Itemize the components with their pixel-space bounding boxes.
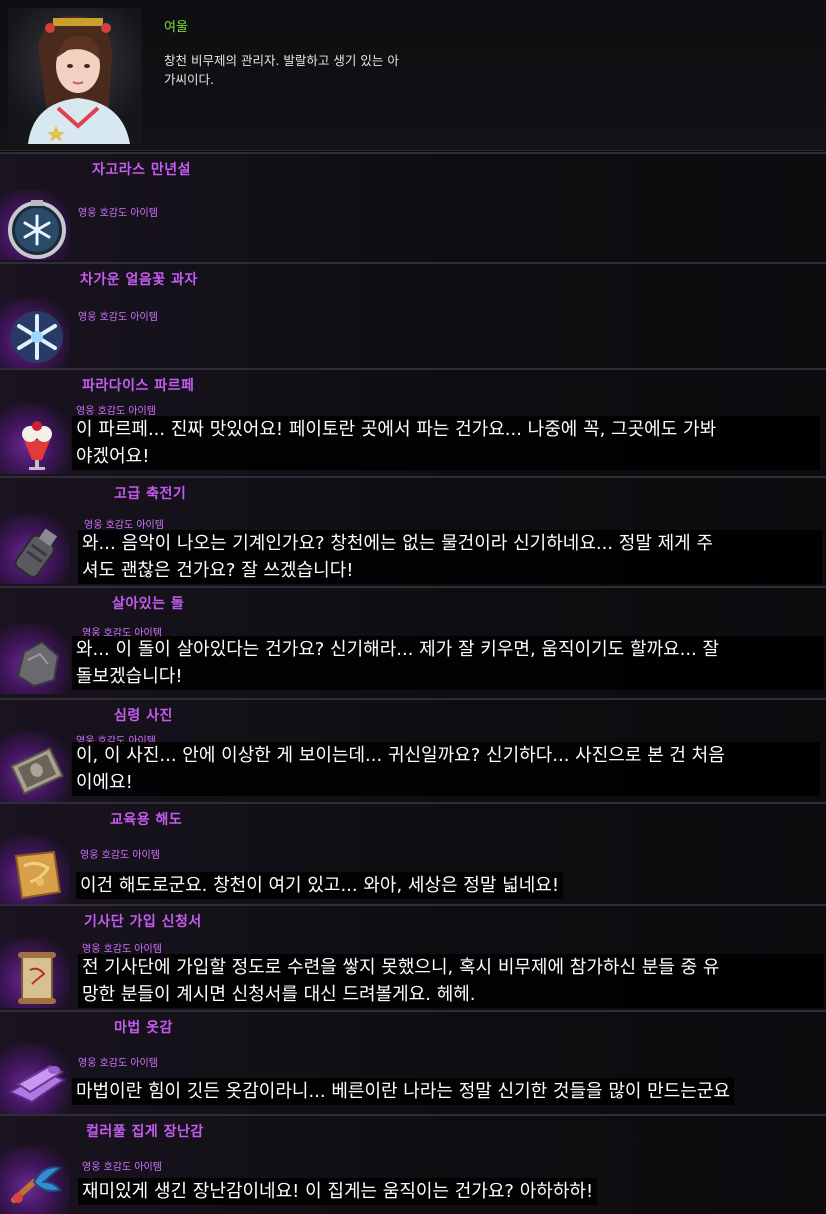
application-scroll-icon <box>18 952 56 1004</box>
crab-claw-toy-icon <box>11 1166 63 1203</box>
item-icon-slot <box>0 404 70 474</box>
snow-orb-icon <box>8 200 66 259</box>
living-stone-icon <box>16 640 60 688</box>
item-icon-slot <box>0 1146 70 1214</box>
item-dialog: 와... 음악이 나오는 기계인가요? 창천에는 없는 물건이라 신기하네요..… <box>78 530 822 584</box>
item-row: 자고라스 만년설 영웅 호감도 아이템 <box>0 152 826 264</box>
npc-description: 창천 비무제의 관리자. 발랄하고 생기 있는 아 가씨이다. <box>164 53 399 87</box>
item-row: 차가운 얼음꽃 과자 영웅 호감도 아이템 <box>0 262 826 370</box>
item-tag: 영웅 호감도 아이템 <box>78 1058 158 1069</box>
item-name: 컬러풀 집게 장난감 <box>86 1124 204 1140</box>
item-dialog: 이 파르페... 진짜 맛있어요! 페이토란 곳에서 파는 건가요... 나중에… <box>72 416 820 470</box>
item-dialog: 이건 해도로군요. 창천이 여기 있고... 와아, 세상은 정말 넓네요! <box>76 872 564 899</box>
item-icon-slot <box>0 514 70 584</box>
sea-chart-icon <box>14 850 62 900</box>
item-icon-slot <box>0 836 70 906</box>
item-row: 교육용 해도 영웅 호감도 아이템 이건 해도로군요. 창천이 여기 있고...… <box>0 802 826 906</box>
item-name: 고급 축전기 <box>114 486 187 502</box>
item-name: 차가운 얼음꽃 과자 <box>80 272 198 288</box>
item-tag: 영웅 호감도 아이템 <box>78 208 158 219</box>
item-icon-slot <box>0 298 70 368</box>
item-tag: 영웅 호감도 아이템 <box>82 944 162 955</box>
item-row: 파라다이스 파르페 영웅 호감도 아이템 이 파르페... 진짜 맛있어요! 페… <box>0 368 826 478</box>
item-dialog: 마법이란 힘이 깃든 옷감이라니... 베른이란 나라는 정말 신기한 것들을 … <box>72 1078 734 1105</box>
item-name: 파라다이스 파르페 <box>82 378 195 394</box>
parfait-icon <box>22 421 52 470</box>
item-row: 컬러풀 집게 장난감 영웅 호감도 아이템 재미있게 생긴 장난감이네요! 이 … <box>0 1114 826 1214</box>
item-dialog: 와... 이 돌이 살아있다는 건가요? 신기해라... 제가 잘 키우면, 움… <box>72 636 824 690</box>
npc-portrait <box>8 8 142 144</box>
item-icon-slot <box>0 624 70 694</box>
npc-name: 여울 <box>164 20 188 35</box>
item-icon-slot <box>0 1044 70 1114</box>
item-name: 기사단 가입 신청서 <box>84 914 202 930</box>
item-name: 자고라스 만년설 <box>92 162 192 178</box>
item-name: 마법 옷감 <box>114 1020 173 1036</box>
item-icon-slot <box>0 190 70 260</box>
item-tag: 영웅 호감도 아이템 <box>84 520 164 531</box>
npc-header: 여울 창천 비무제의 관리자. 발랄하고 생기 있는 아 가씨이다. <box>0 0 826 151</box>
item-row: 고급 축전기 영웅 호감도 아이템 와... 음악이 나오는 기계인가요? 창천… <box>0 476 826 588</box>
item-name: 교육용 해도 <box>110 812 183 828</box>
item-row: 마법 옷감 영웅 호감도 아이템 마법이란 힘이 깃든 옷감이라니... 베른이… <box>0 1010 826 1116</box>
item-tag: 영웅 호감도 아이템 <box>78 312 158 323</box>
item-name: 살아있는 돌 <box>112 596 185 612</box>
item-row: 살아있는 돌 영웅 호감도 아이템 와... 이 돌이 살아있다는 건가요? 신… <box>0 586 826 700</box>
capacitor-icon <box>14 528 58 578</box>
item-tag: 영웅 호감도 아이템 <box>82 1162 162 1173</box>
magic-cloth-icon <box>7 1064 67 1104</box>
item-name: 심령 사진 <box>114 708 173 724</box>
ice-flower-cookie-icon <box>11 311 63 363</box>
item-dialog: 전 기사단에 가입할 정도로 수련을 쌓지 못했으니, 혹시 비무제에 참가하신… <box>78 954 824 1008</box>
item-tag: 영웅 호감도 아이템 <box>76 406 156 417</box>
item-row: 심령 사진 영웅 호감도 아이템 이, 이 사진... 안에 이상한 게 보이는… <box>0 698 826 804</box>
spirit-photo-icon <box>10 747 64 795</box>
item-icon-slot <box>0 732 70 802</box>
item-tag: 영웅 호감도 아이템 <box>80 850 160 861</box>
item-dialog: 재미있게 생긴 장난감이네요! 이 집게는 움직이는 건가요? 아하하하! <box>78 1178 598 1205</box>
item-icon-slot <box>0 938 70 1008</box>
item-dialog: 이, 이 사진... 안에 이상한 게 보이는데... 귀신일까요? 신기하다.… <box>72 742 820 796</box>
item-row: 기사단 가입 신청서 영웅 호감도 아이템 전 기사단에 가입할 정도로 수련을… <box>0 904 826 1012</box>
